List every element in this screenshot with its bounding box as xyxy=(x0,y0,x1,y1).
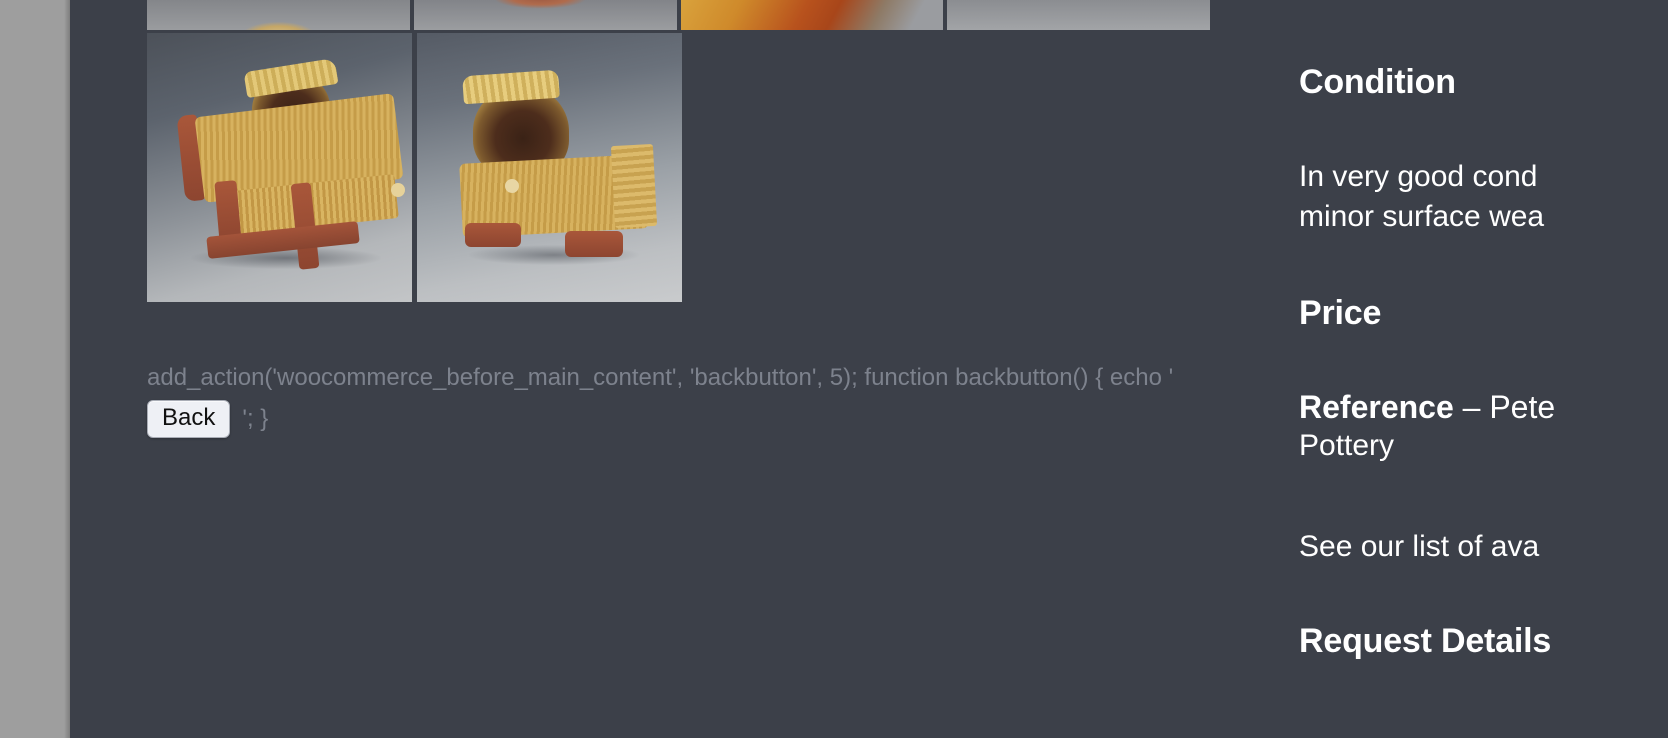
cradle-rocker-right xyxy=(565,231,623,257)
gallery-thumbnail[interactable] xyxy=(147,0,410,30)
reference-line-1: Reference – Pete xyxy=(1299,389,1555,426)
reference-value: – Pete xyxy=(1453,389,1556,425)
gallery-thumbnail[interactable] xyxy=(680,0,944,30)
reference-block: Reference – Pete Pottery xyxy=(1299,389,1555,466)
price-heading: Price xyxy=(1299,294,1382,332)
browser-page: add_action('woocommerce_before_main_cont… xyxy=(0,0,1668,738)
left-gutter xyxy=(0,0,70,738)
cradle-knob xyxy=(391,183,405,197)
leaked-code-tail: '; } xyxy=(242,405,269,432)
request-details-heading: Request Details xyxy=(1299,622,1552,660)
product-info-column: Condition In very good cond minor surfac… xyxy=(1299,0,1668,738)
product-image-gallery xyxy=(147,0,1210,302)
product-photo-primary[interactable] xyxy=(147,33,412,302)
gallery-main-row xyxy=(147,33,683,302)
condition-description-line-2: minor surface wea xyxy=(1299,200,1545,233)
back-button-row: Back '; } xyxy=(147,400,268,438)
reference-line-2: Pottery xyxy=(1299,429,1395,462)
cradle-rocker-left xyxy=(465,223,521,247)
leaked-code-text: add_action('woocommerce_before_main_cont… xyxy=(147,364,1174,391)
gallery-thumbnail[interactable] xyxy=(947,0,1210,30)
reference-label: Reference xyxy=(1299,389,1454,425)
condition-description-line-1: In very good cond xyxy=(1299,160,1538,193)
condition-heading: Condition xyxy=(1299,63,1456,101)
gallery-thumbnail-strip xyxy=(147,0,1210,30)
cradle-knob xyxy=(505,179,519,193)
back-button[interactable]: Back xyxy=(147,400,231,438)
condition-description: In very good cond minor surface wea xyxy=(1299,157,1544,237)
product-photo-secondary[interactable] xyxy=(417,33,682,302)
cradle-end-wall xyxy=(610,143,658,229)
available-list-link[interactable]: See our list of ava xyxy=(1299,527,1539,567)
gallery-thumbnail[interactable] xyxy=(413,0,677,30)
